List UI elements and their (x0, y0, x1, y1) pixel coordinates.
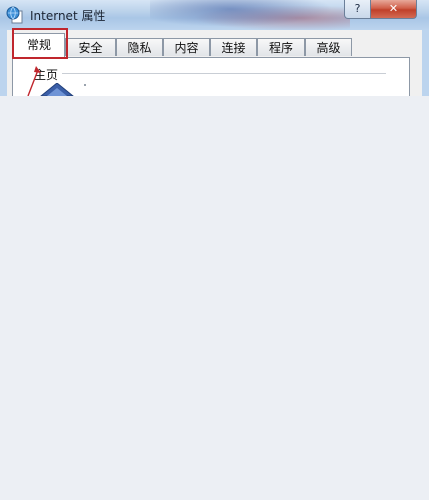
close-button[interactable]: ✕ (370, 0, 417, 19)
globe-page-icon (6, 6, 23, 24)
tab-connections[interactable]: 连接 (210, 38, 257, 56)
group-divider (62, 73, 386, 74)
help-button[interactable]: ? (344, 0, 371, 19)
tab-advanced[interactable]: 高级 (305, 38, 352, 56)
decorative-dot (84, 84, 86, 86)
tab-security[interactable]: 安全 (65, 38, 116, 56)
red-arrow-annotation (27, 66, 41, 96)
title-bar[interactable]: Internet 属性 ? ✕ (0, 0, 429, 30)
window-title: Internet 属性 (30, 9, 106, 23)
tab-content[interactable]: 内容 (163, 38, 210, 56)
tab-programs[interactable]: 程序 (257, 38, 305, 56)
tab-privacy[interactable]: 隐私 (116, 38, 163, 56)
title-bar-decoration (150, 0, 350, 30)
highlight-box (12, 28, 68, 59)
internet-properties-window: Internet 属性 ? ✕ 常规 安全 隐私 内容 连接 程序 高级 主页 (0, 0, 429, 96)
